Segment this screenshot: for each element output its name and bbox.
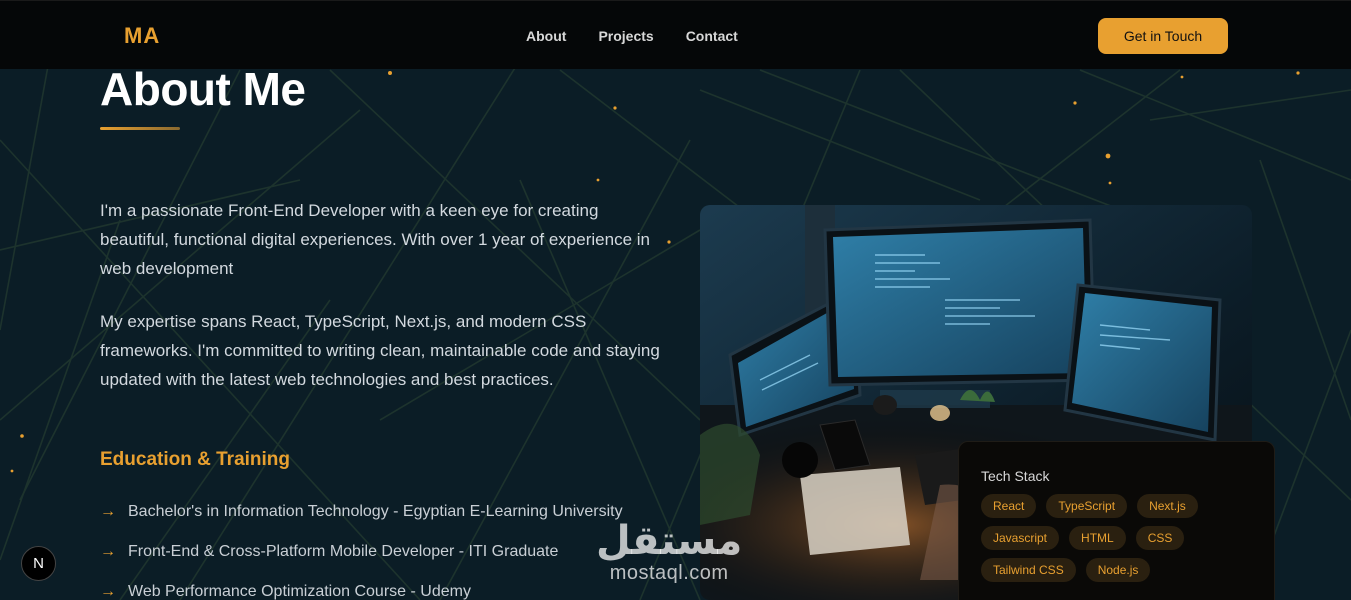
navbar: MA About Projects Contact Get in Touch <box>0 0 1351 69</box>
tech-tag-react: React <box>981 494 1037 518</box>
watermark-arabic: مستقل <box>596 518 743 564</box>
about-paragraph-expertise: My expertise spans React, TypeScript, Ne… <box>100 312 660 389</box>
site-logo[interactable]: MA <box>124 23 160 49</box>
education-item: → Bachelor's in Information Technology -… <box>100 492 623 532</box>
tech-stack-card: Tech Stack React TypeScript Next.js Java… <box>958 441 1275 600</box>
tech-stack-tags: React TypeScript Next.js Javascript HTML… <box>981 494 1271 582</box>
about-section: About Me I'm a passionate Front-End Deve… <box>0 0 1351 600</box>
education-item-label: Bachelor's in Information Technology - E… <box>128 503 623 520</box>
tech-tag-javascript: Javascript <box>981 526 1060 550</box>
tech-tag-tailwind: Tailwind CSS <box>981 558 1076 582</box>
education-heading: Education & Training <box>100 449 291 470</box>
tech-tag-nextjs: Next.js <box>1137 494 1198 518</box>
tech-tag-typescript: TypeScript <box>1046 494 1128 518</box>
nav-link-projects[interactable]: Projects <box>598 28 653 44</box>
arrow-right-icon: → <box>100 503 116 520</box>
tech-tag-nodejs: Node.js <box>1085 558 1151 582</box>
page-title: About Me <box>100 63 306 115</box>
arrow-right-icon: → <box>100 583 116 600</box>
education-item-label: Front-End & Cross-Platform Mobile Develo… <box>128 543 559 560</box>
education-item: → Front-End & Cross-Platform Mobile Deve… <box>100 532 623 572</box>
education-item-label: Web Performance Optimization Course - Ud… <box>128 583 471 600</box>
nextjs-dev-badge[interactable]: N <box>21 546 56 581</box>
nav-link-about[interactable]: About <box>526 28 566 44</box>
education-list: → Bachelor's in Information Technology -… <box>100 492 623 600</box>
nav-link-contact[interactable]: Contact <box>686 28 738 44</box>
tech-tag-css: CSS <box>1135 526 1185 550</box>
about-paragraph-intro: I'm a passionate Front-End Developer wit… <box>100 201 650 278</box>
watermark-latin: mostaql.com <box>609 562 729 584</box>
title-underline <box>100 127 180 130</box>
nav-links: About Projects Contact <box>526 28 738 44</box>
mostaql-watermark: مستقل mostaql.com <box>596 520 742 584</box>
education-item: → Web Performance Optimization Course - … <box>100 572 623 600</box>
tech-stack-title: Tech Stack <box>981 468 1050 484</box>
get-in-touch-button[interactable]: Get in Touch <box>1098 18 1228 54</box>
arrow-right-icon: → <box>100 543 116 560</box>
tech-tag-html: HTML <box>1069 526 1126 550</box>
